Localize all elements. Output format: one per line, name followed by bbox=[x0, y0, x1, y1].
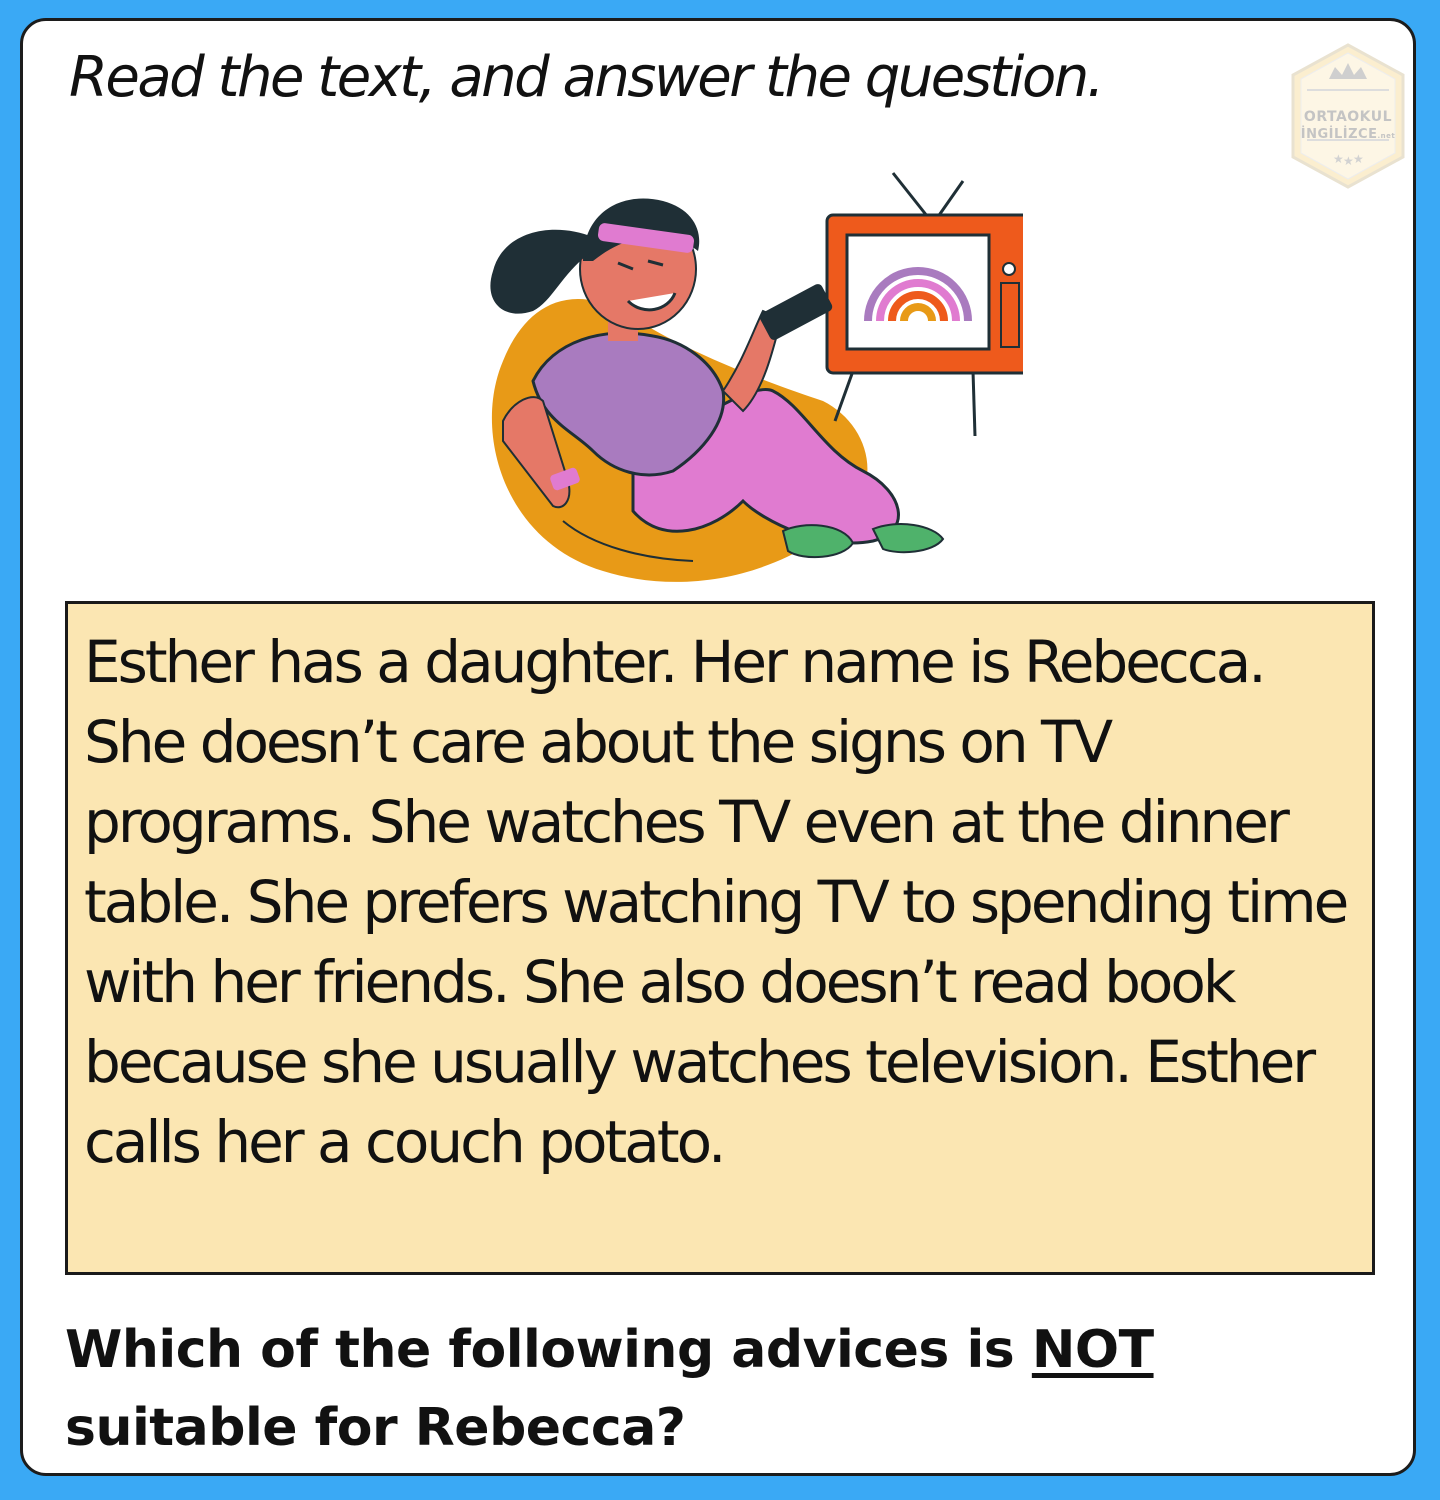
logo-line-2-text: İNGİLİZCE bbox=[1300, 127, 1378, 142]
question-part-2: suitable for Rebecca? bbox=[65, 1398, 686, 1458]
reading-passage-box: Esther has a daughter. Her name is Rebec… bbox=[65, 601, 1375, 1275]
question-emphasis: NOT bbox=[1031, 1320, 1154, 1380]
logo-suffix: .net bbox=[1377, 132, 1396, 140]
svg-text:★: ★ bbox=[1353, 152, 1364, 166]
instruction-heading: Read the text, and answer the question. bbox=[69, 45, 1105, 110]
reading-passage: Esther has a daughter. Her name is Rebec… bbox=[84, 628, 1349, 1176]
girl-watching-tv-illustration bbox=[490, 172, 1023, 582]
logo-line-2: İNGİLİZCE.net bbox=[1285, 127, 1411, 144]
worksheet-card: Read the text, and answer the question. … bbox=[20, 18, 1416, 1476]
logo-line-1: ORTAOKUL bbox=[1303, 109, 1393, 125]
ortaokul-ingilizce-logo: ★ ★ ★ ORTAOKUL İNGİLİZCE.net bbox=[1285, 41, 1411, 191]
question-text: Which of the following advices is NOT su… bbox=[65, 1311, 1385, 1467]
question-part-1: Which of the following advices is bbox=[65, 1320, 1032, 1380]
